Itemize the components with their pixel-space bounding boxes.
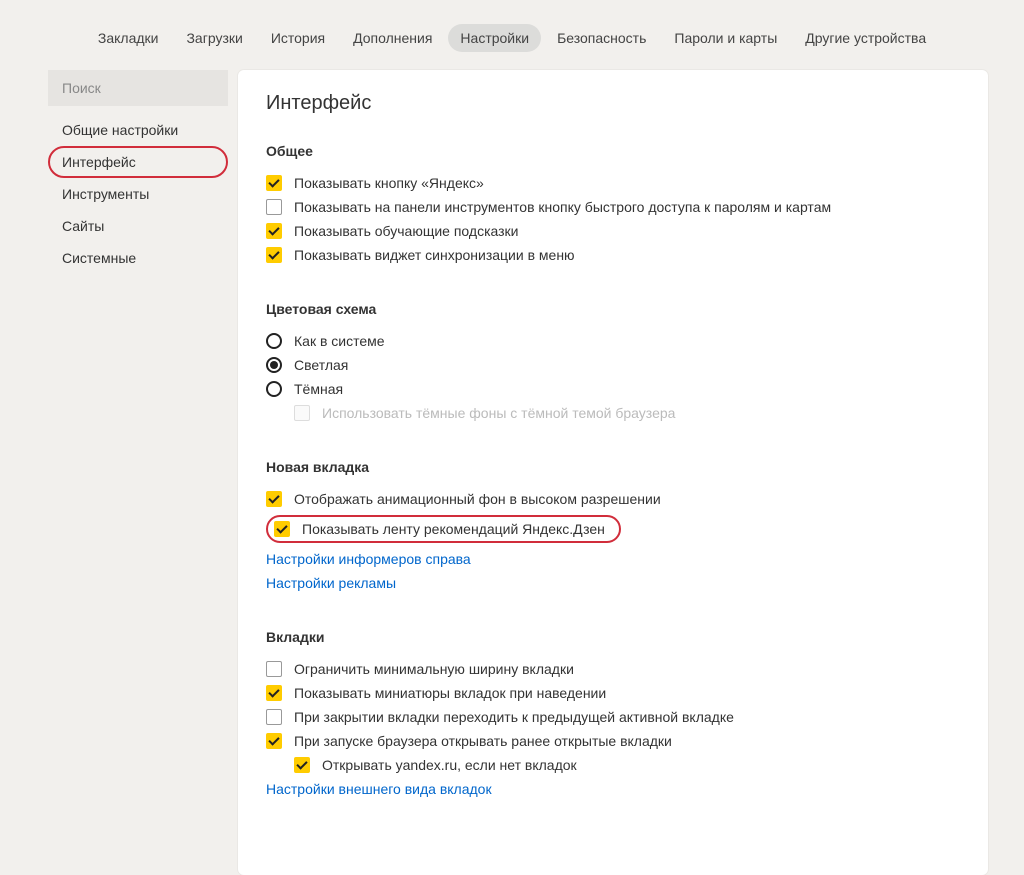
checkbox-label: Показывать кнопку «Яндекс» [294, 175, 484, 191]
nav-passwords[interactable]: Пароли и карты [662, 24, 789, 52]
radio-label: Тёмная [294, 381, 343, 397]
checkbox-yandex-button[interactable] [266, 175, 282, 191]
link-tab-appearance[interactable]: Настройки внешнего вида вкладок [266, 777, 960, 801]
checkbox-label: Показывать миниатюры вкладок при наведен… [294, 685, 606, 701]
section-newtab: Новая вкладка Отображать анимационный фо… [266, 459, 960, 595]
checkbox-sync-widget[interactable] [266, 247, 282, 263]
section-heading: Новая вкладка [266, 459, 960, 475]
page-title: Интерфейс [266, 92, 960, 115]
checkbox-label: При запуске браузера открывать ранее отк… [294, 733, 672, 749]
checkbox-label: Открывать yandex.ru, если нет вкладок [322, 757, 577, 773]
sidebar-item-interface[interactable]: Интерфейс [48, 146, 228, 178]
nav-security[interactable]: Безопасность [545, 24, 658, 52]
section-heading: Вкладки [266, 629, 960, 645]
checkbox-open-yandex-ru[interactable] [294, 757, 310, 773]
radio-label: Светлая [294, 357, 348, 373]
checkbox-tutorial-hints[interactable] [266, 223, 282, 239]
top-nav: Закладки Загрузки История Дополнения Нас… [0, 0, 1024, 70]
sidebar-item-general[interactable]: Общие настройки [48, 114, 228, 146]
checkbox-label: Показывать на панели инструментов кнопку… [294, 199, 831, 215]
checkbox-label: Показывать обучающие подсказки [294, 223, 519, 239]
checkbox-zen-feed[interactable] [274, 521, 290, 537]
checkbox-dark-backgrounds [294, 405, 310, 421]
radio-theme-light[interactable] [266, 357, 282, 373]
checkbox-animated-bg[interactable] [266, 491, 282, 507]
checkbox-restore-tabs[interactable] [266, 733, 282, 749]
checkbox-tab-thumbnails[interactable] [266, 685, 282, 701]
nav-bookmarks[interactable]: Закладки [86, 24, 171, 52]
section-heading: Общее [266, 143, 960, 159]
checkbox-label: Ограничить минимальную ширину вкладки [294, 661, 574, 677]
section-general: Общее Показывать кнопку «Яндекс» Показыв… [266, 143, 960, 267]
checkbox-min-tab-width[interactable] [266, 661, 282, 677]
main-panel: Интерфейс Общее Показывать кнопку «Яндек… [238, 70, 988, 875]
nav-downloads[interactable]: Загрузки [174, 24, 254, 52]
radio-label: Как в системе [294, 333, 385, 349]
nav-history[interactable]: История [259, 24, 337, 52]
link-ads-settings[interactable]: Настройки рекламы [266, 571, 960, 595]
sidebar: Поиск Общие настройки Интерфейс Инструме… [48, 70, 228, 875]
checkbox-label: При закрытии вкладки переходить к предыд… [294, 709, 734, 725]
search-input[interactable]: Поиск [48, 70, 228, 106]
checkbox-label: Отображать анимационный фон в высоком ра… [294, 491, 661, 507]
section-theme: Цветовая схема Как в системе Светлая Тём… [266, 301, 960, 425]
section-tabs: Вкладки Ограничить минимальную ширину вк… [266, 629, 960, 801]
link-informers-settings[interactable]: Настройки информеров справа [266, 547, 960, 571]
radio-theme-dark[interactable] [266, 381, 282, 397]
sidebar-item-system[interactable]: Системные [48, 242, 228, 274]
sidebar-item-sites[interactable]: Сайты [48, 210, 228, 242]
nav-devices[interactable]: Другие устройства [793, 24, 938, 52]
section-heading: Цветовая схема [266, 301, 960, 317]
nav-addons[interactable]: Дополнения [341, 24, 444, 52]
highlight-zen-feed: Показывать ленту рекомендаций Яндекс.Дзе… [266, 515, 621, 543]
checkbox-label: Показывать ленту рекомендаций Яндекс.Дзе… [302, 521, 605, 537]
checkbox-passwords-toolbar[interactable] [266, 199, 282, 215]
checkbox-label: Показывать виджет синхронизации в меню [294, 247, 575, 263]
sidebar-item-tools[interactable]: Инструменты [48, 178, 228, 210]
checkbox-prev-active-tab[interactable] [266, 709, 282, 725]
nav-settings[interactable]: Настройки [448, 24, 541, 52]
checkbox-label: Использовать тёмные фоны с тёмной темой … [322, 405, 675, 421]
radio-theme-system[interactable] [266, 333, 282, 349]
